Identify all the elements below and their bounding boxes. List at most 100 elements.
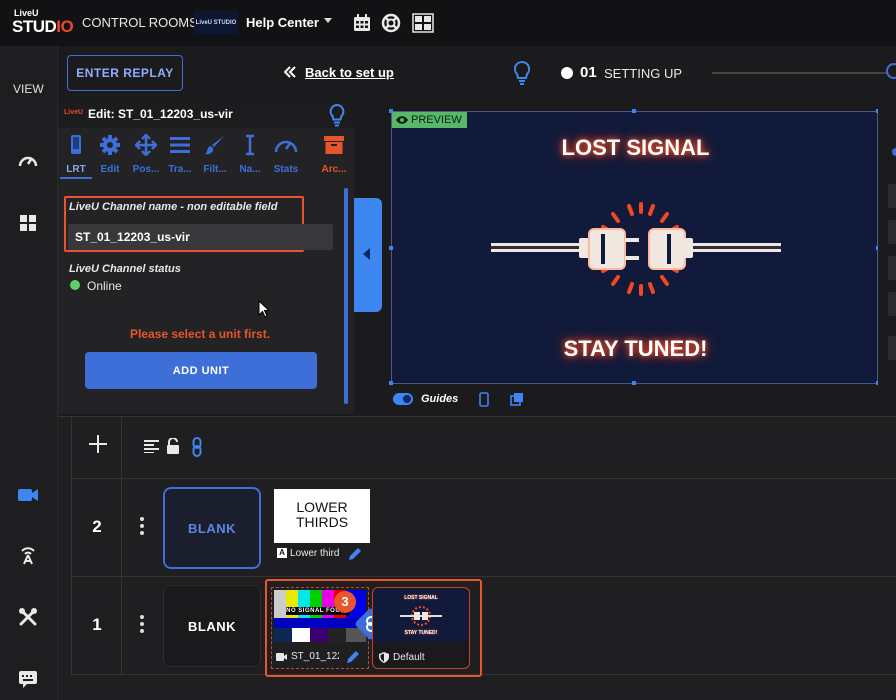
unlock-icon[interactable] — [166, 438, 180, 454]
gear-icon — [100, 135, 120, 155]
panel-scrollbar[interactable] — [344, 188, 348, 404]
shield-icon — [379, 652, 389, 663]
guides-row: Guides — [391, 390, 591, 410]
add-layer-icon[interactable] — [87, 433, 109, 455]
preview-badge: PREVIEW — [392, 112, 467, 128]
calendar-icon[interactable] — [352, 13, 372, 33]
liveu-mini-logo: LiveU — [64, 109, 84, 116]
channel-status-label: LiveU Channel status — [69, 263, 181, 275]
camera-icon[interactable] — [17, 484, 39, 506]
top-bar: LiveU STUDIO CONTROL ROOMS LiveU STUDIO … — [0, 0, 896, 46]
right-toolbar-dot[interactable] — [892, 148, 896, 156]
row-menu-kebab-icon[interactable] — [140, 517, 144, 535]
grid-icon[interactable] — [17, 212, 39, 234]
unplugged-cable-icon — [491, 202, 781, 296]
timeline-row-2: 2 BLANK LOWER THIRDS A Lower third — [71, 479, 896, 577]
pencil-edit-icon[interactable] — [346, 650, 360, 664]
chevron-down-icon[interactable] — [324, 18, 332, 23]
guides-label: Guides — [421, 393, 459, 405]
online-status-dot — [70, 280, 80, 290]
lower-third-name: Lower third — [290, 548, 340, 559]
group-count-badge: 3 — [334, 591, 356, 613]
right-toolbar-button[interactable] — [888, 184, 896, 208]
eye-icon — [396, 116, 408, 124]
lightbulb-icon[interactable] — [328, 103, 346, 127]
control-rooms-link[interactable]: CONTROL ROOMS — [82, 15, 198, 30]
resize-handle-top[interactable] — [632, 109, 636, 113]
blank-slot-button[interactable]: BLANK — [163, 585, 261, 667]
speedometer-icon — [274, 140, 298, 153]
pencil-edit-icon[interactable] — [348, 547, 362, 561]
text-layer-badge: A — [277, 548, 287, 558]
lifebuoy-icon[interactable] — [381, 13, 401, 33]
tools-icon[interactable] — [17, 606, 39, 628]
help-center-label[interactable]: Help Center — [246, 15, 319, 30]
default-graphic-card[interactable]: LOST SIGNAL STAY TUNED! Default — [372, 587, 470, 669]
status-progress-line — [712, 72, 888, 74]
double-chevron-left-icon[interactable] — [284, 66, 296, 78]
right-toolbar-button[interactable] — [888, 220, 896, 244]
tab-filters[interactable]: Filt... — [197, 130, 233, 180]
select-unit-warning: Please select a unit first. — [129, 327, 271, 341]
status-text: SETTING UP — [604, 66, 683, 81]
collapse-panel-button[interactable] — [354, 198, 382, 312]
channel-status-value: Online — [87, 279, 122, 293]
archive-icon — [324, 136, 344, 154]
unplugged-cable-icon — [400, 606, 442, 626]
layout-icon[interactable] — [412, 13, 434, 33]
right-toolbar-button[interactable] — [888, 336, 896, 360]
tab-position[interactable]: Pos... — [128, 130, 164, 180]
stay-tuned-headline: STAY TUNED! — [563, 336, 708, 361]
row-menu-kebab-icon[interactable] — [140, 615, 144, 633]
chat-icon[interactable] — [17, 668, 39, 690]
mobile-icon[interactable] — [479, 392, 489, 407]
enter-replay-button[interactable]: ENTER REPLAY — [67, 55, 183, 91]
phone-icon — [71, 135, 81, 154]
tab-name[interactable]: Na... — [232, 130, 268, 180]
logo-wordmark: STUDIO — [12, 17, 74, 36]
blank-slot-button[interactable]: BLANK — [163, 487, 261, 569]
dashboard-gauge-icon[interactable] — [17, 150, 39, 172]
resize-handle-left[interactable] — [389, 246, 393, 250]
mouse-cursor-icon — [258, 300, 270, 318]
help-center-thumbnail[interactable]: LiveU STUDIO — [194, 11, 238, 35]
copy-icon[interactable] — [510, 392, 524, 406]
preview-canvas[interactable]: PREVIEW LOST SIGNAL STAY TUNED! — [391, 111, 878, 384]
row-divider — [121, 577, 122, 675]
row-number: 1 — [92, 615, 102, 634]
tab-transitions[interactable]: Tra... — [162, 130, 198, 180]
lower-third-card[interactable]: LOWER THIRDS A Lower third — [274, 489, 370, 564]
right-toolbar-button[interactable] — [888, 292, 896, 316]
align-left-icon[interactable] — [144, 440, 159, 453]
edit-panel-title: Edit: ST_01_12203_us-vir — [88, 107, 233, 121]
status-number: 01 — [580, 64, 597, 81]
channel-name-field[interactable] — [68, 224, 333, 250]
lost-signal-headline: LOST SIGNAL — [561, 135, 710, 160]
liveu-studio-logo[interactable]: LiveU STUDIO — [12, 8, 74, 38]
link-chain-icon[interactable] — [192, 437, 202, 457]
tab-lrt[interactable]: LRT — [58, 130, 94, 180]
resize-handle-top-left[interactable] — [389, 109, 393, 113]
tab-edit[interactable]: Edit — [92, 130, 128, 180]
app-root: LiveU STUDIO CONTROL ROOMS LiveU STUDIO … — [0, 0, 896, 700]
view-label[interactable]: VIEW — [13, 82, 44, 96]
status-end-marker[interactable] — [886, 63, 896, 79]
header-divider — [121, 417, 122, 479]
tab-archive[interactable]: Arc... — [316, 130, 352, 180]
add-unit-button[interactable]: ADD UNIT — [85, 352, 317, 389]
menu-lines-icon — [170, 137, 190, 153]
default-graphic-name: Default — [393, 652, 425, 663]
guides-toggle[interactable] — [393, 393, 413, 405]
timeline-tools — [144, 437, 214, 457]
tab-stats[interactable]: Stats — [268, 130, 304, 180]
right-toolbar-button[interactable] — [888, 256, 896, 280]
resize-handle-bottom-left[interactable] — [389, 381, 393, 385]
edit-panel: LiveU Edit: ST_01_12203_us-vir LRT Edit … — [58, 102, 354, 414]
back-to-setup-link[interactable]: Back to set up — [305, 65, 394, 80]
antenna-icon[interactable] — [17, 544, 39, 566]
lightbulb-icon[interactable] — [512, 60, 532, 86]
resize-handle-bottom[interactable] — [632, 381, 636, 385]
edit-tabs: LRT Edit Pos... Tra... Filt... Na... Sta… — [58, 130, 354, 180]
left-nav: VIEW — [0, 46, 58, 700]
edit-panel-header: LiveU Edit: ST_01_12203_us-vir — [58, 102, 354, 128]
